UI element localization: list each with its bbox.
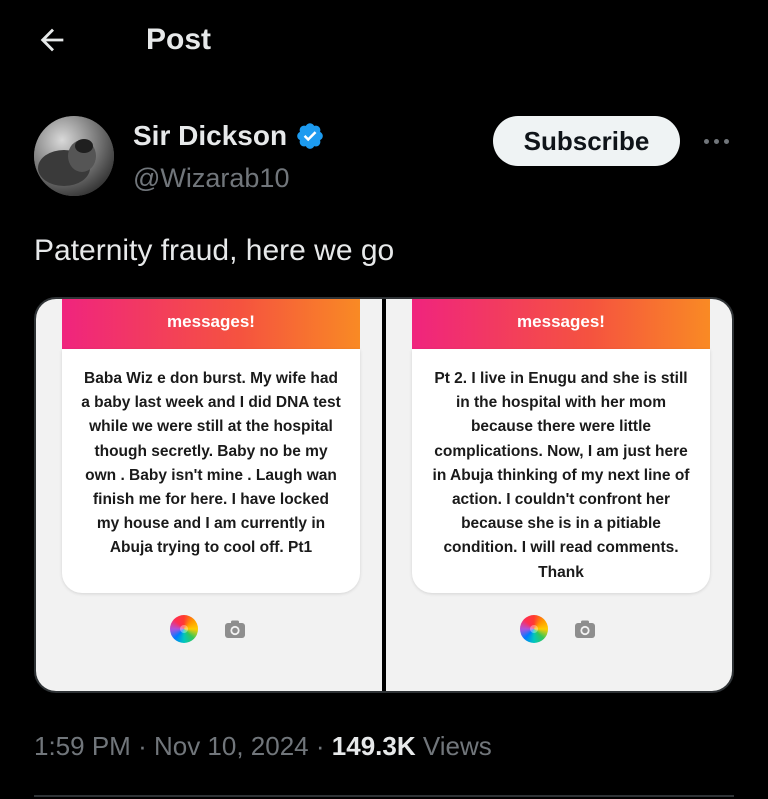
page-title: Post [146, 23, 212, 56]
messages-banner: messages! [412, 299, 710, 349]
color-wheel-icon [520, 615, 548, 643]
avatar-photo [34, 116, 114, 196]
message-card: Baba Wiz e don burst. My wife had a baby… [62, 349, 360, 593]
camera-icon [225, 620, 245, 638]
author-name[interactable]: Sir Dickson [133, 118, 325, 154]
views-count[interactable]: 149.3K [332, 731, 416, 761]
meta-separator: · [138, 731, 147, 761]
message-card: Pt 2. I live in Enugu and she is still i… [412, 349, 710, 593]
post-time[interactable]: 1:59 PM [34, 731, 131, 761]
views-label: Views [422, 731, 492, 761]
post-text: Paternity fraud, here we go [34, 234, 395, 267]
messages-banner-label: messages! [517, 312, 605, 331]
message-text: Baba Wiz e don burst. My wife had a baby… [81, 370, 341, 557]
avatar[interactable] [34, 116, 114, 196]
author-name-text: Sir Dickson [133, 120, 288, 151]
message-text: Pt 2. I live in Enugu and she is still i… [432, 370, 690, 581]
color-wheel-icon [170, 615, 198, 643]
more-horizontal-icon-dot [723, 138, 729, 144]
more-horizontal-icon [703, 138, 709, 144]
author-handle[interactable]: @Wizarab10 [133, 160, 289, 196]
post-meta: 1:59 PM · Nov 10, 2024 · 149.3K Views [34, 728, 492, 764]
post-date[interactable]: Nov 10, 2024 [154, 731, 309, 761]
subscribe-button[interactable]: Subscribe [493, 116, 680, 166]
media-image-2[interactable]: messages! Pt 2. I live in Enugu and she … [386, 299, 732, 691]
meta-separator: · [315, 731, 325, 761]
post-media[interactable]: messages! Baba Wiz e don burst. My wife … [34, 297, 734, 693]
more-options-button[interactable] [694, 126, 738, 156]
divider [34, 795, 734, 797]
top-bar: Post [0, 0, 768, 80]
back-button[interactable] [30, 18, 74, 62]
messages-banner-label: messages! [167, 312, 255, 331]
messages-banner: messages! [62, 299, 360, 349]
media-image-1[interactable]: messages! Baba Wiz e don burst. My wife … [36, 299, 382, 691]
more-horizontal-icon-dot [713, 138, 719, 144]
camera-icon [575, 620, 595, 638]
verified-badge-icon [297, 123, 323, 149]
arrow-left-icon [40, 28, 64, 52]
